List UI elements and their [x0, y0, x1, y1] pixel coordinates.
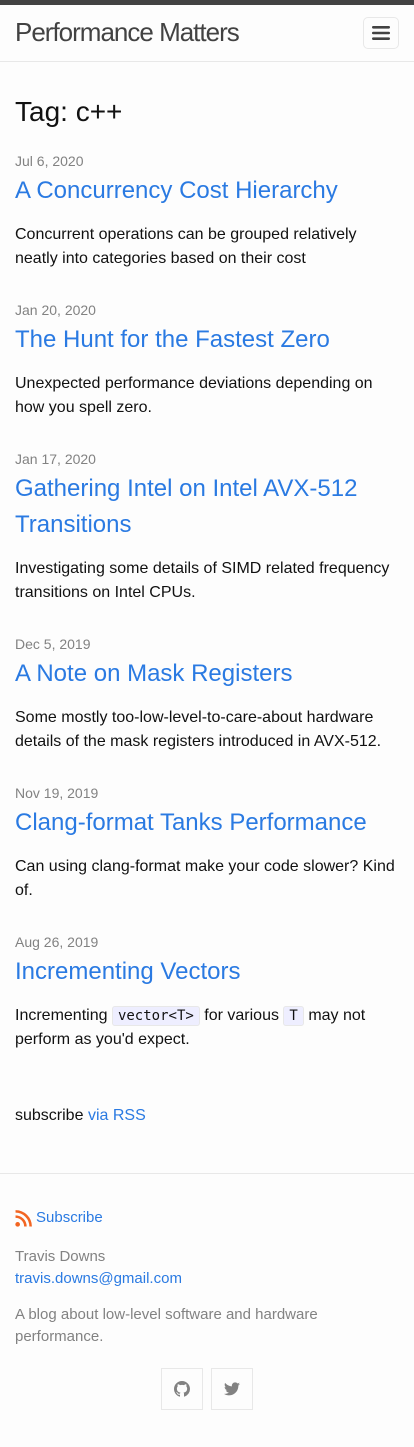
menu-toggle-button[interactable] [363, 17, 399, 49]
twitter-icon [224, 1382, 240, 1396]
inline-code: T [283, 1006, 304, 1026]
site-title-link[interactable]: Performance Matters [15, 17, 240, 47]
post-item: Nov 19, 2019 Clang-format Tanks Performa… [15, 783, 400, 903]
post-title-link[interactable]: A Concurrency Cost Hierarchy [15, 173, 400, 209]
rss-icon [15, 1209, 32, 1227]
post-date: Dec 5, 2019 [15, 636, 91, 652]
subscribe-line: subscribe via RSS [15, 1104, 146, 1128]
post-date: Jan 17, 2020 [15, 451, 96, 467]
site-header: Performance Matters [0, 5, 414, 62]
post-title-link[interactable]: Incrementing Vectors [15, 954, 400, 990]
post-title-link[interactable]: Clang-format Tanks Performance [15, 805, 400, 841]
post-excerpt: Concurrent operations can be grouped rel… [15, 226, 357, 267]
post-excerpt: Unexpected performance deviations depend… [15, 375, 373, 416]
author-email-link[interactable]: travis.downs@gmail.com [15, 1268, 182, 1290]
post-title-link[interactable]: A Note on Mask Registers [15, 656, 400, 692]
github-button[interactable] [161, 1368, 203, 1410]
post-date: Jul 6, 2020 [15, 153, 84, 169]
hamburger-icon [372, 26, 390, 40]
post-date: Jan 20, 2020 [15, 302, 96, 318]
page-title: Tag: c++ [15, 96, 123, 127]
site-footer: Subscribe Travis Downs travis.downs@gmai… [0, 1173, 414, 1447]
site-description: A blog about low-level software and hard… [15, 1306, 318, 1345]
github-icon [174, 1381, 190, 1397]
post-excerpt: Incrementing vector<T> for various T may… [15, 1004, 400, 1052]
post-excerpt: Can using clang-format make your code sl… [15, 858, 395, 899]
post-item: Aug 26, 2019 Incrementing Vectors Increm… [15, 932, 400, 1052]
post-date: Nov 19, 2019 [15, 785, 99, 801]
excerpt-text: Incrementing [15, 1007, 108, 1024]
post-item: Jan 17, 2020 Gathering Intel on Intel AV… [15, 449, 400, 605]
post-item: Jan 20, 2020 The Hunt for the Fastest Ze… [15, 300, 400, 420]
post-title-link[interactable]: The Hunt for the Fastest Zero [15, 322, 400, 358]
post-date: Aug 26, 2019 [15, 934, 99, 950]
subscribe-prefix: subscribe [15, 1107, 84, 1124]
post-list: Jul 6, 2020 A Concurrency Cost Hierarchy… [15, 151, 400, 1081]
twitter-button[interactable] [211, 1368, 253, 1410]
footer-subscribe-label: Subscribe [36, 1209, 103, 1226]
rss-link[interactable]: via RSS [88, 1107, 146, 1124]
author-name: Travis Downs [15, 1248, 106, 1265]
post-excerpt: Investigating some details of SIMD relat… [15, 560, 390, 601]
post-excerpt: Some mostly too-low-level-to-care-about … [15, 709, 382, 750]
footer-subscribe-link[interactable]: Subscribe [15, 1208, 103, 1228]
post-item: Dec 5, 2019 A Note on Mask Registers Som… [15, 634, 400, 754]
post-title-link[interactable]: Gathering Intel on Intel AVX-512 Transit… [15, 471, 400, 543]
excerpt-text: for various [204, 1007, 279, 1024]
inline-code: vector<T> [111, 1006, 200, 1026]
post-item: Jul 6, 2020 A Concurrency Cost Hierarchy… [15, 151, 400, 271]
